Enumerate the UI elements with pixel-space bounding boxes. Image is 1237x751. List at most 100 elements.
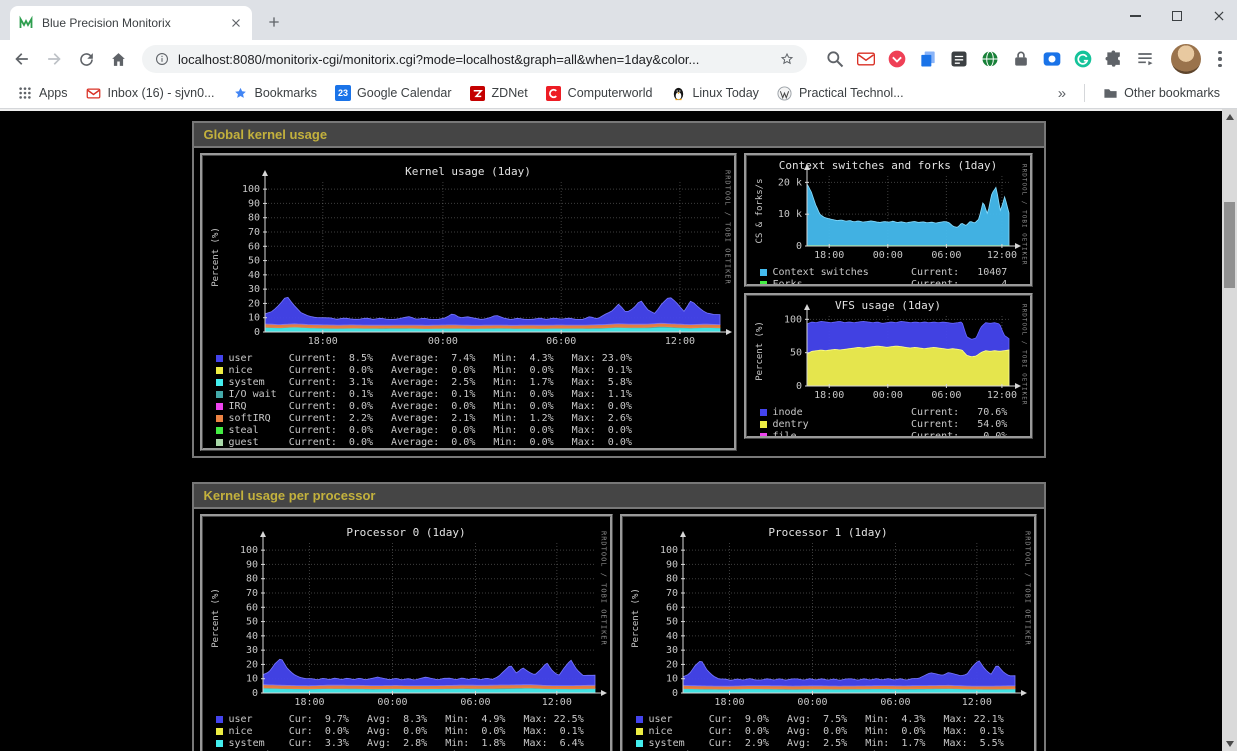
calendar-icon: 23 xyxy=(335,85,351,101)
svg-text:12:00: 12:00 xyxy=(986,250,1016,261)
svg-text:06:00: 06:00 xyxy=(460,697,490,708)
profile-avatar[interactable] xyxy=(1171,44,1201,74)
svg-text:12:00: 12:00 xyxy=(986,390,1016,401)
address-bar[interactable]: localhost:8080/monitorix-cgi/monitorix.c… xyxy=(142,45,807,73)
minimize-button[interactable] xyxy=(1127,8,1143,24)
legend-swatch xyxy=(760,409,767,416)
svg-text:60: 60 xyxy=(665,602,677,613)
bookmark-inbox[interactable]: Inbox (16) - sjvn0... xyxy=(79,81,222,105)
svg-text:0: 0 xyxy=(671,688,677,699)
section-global-kernel-usage: Global kernel usage Kernel usage (1day)P… xyxy=(192,121,1046,458)
svg-text:80: 80 xyxy=(247,213,259,224)
extensions-puzzle-icon[interactable] xyxy=(1104,49,1124,69)
camera-icon[interactable] xyxy=(1042,49,1062,69)
legend-text: system Current: 3.1% Average: 2.5% Min: … xyxy=(229,377,632,388)
svg-text:20: 20 xyxy=(247,298,259,309)
back-button[interactable] xyxy=(8,45,36,73)
legend-swatch xyxy=(216,403,223,410)
svg-text:100: 100 xyxy=(241,184,259,195)
legend-swatch xyxy=(216,379,223,386)
legend-text: inode Current: 70.6% xyxy=(773,407,1008,418)
legend-row: inode Current: 70.6% xyxy=(760,406,1008,418)
legend-text: user Current: 8.5% Average: 7.4% Min: 4.… xyxy=(229,353,632,364)
legend-swatch xyxy=(216,355,223,362)
bookmark-google-calendar[interactable]: 23 Google Calendar xyxy=(328,81,459,105)
bookmark-label: Computerworld xyxy=(568,86,653,100)
browser-tab[interactable]: Blue Precision Monitorix xyxy=(10,6,252,40)
globe-icon[interactable] xyxy=(980,49,1000,69)
svg-text:80: 80 xyxy=(245,574,257,585)
scroll-down-button[interactable] xyxy=(1222,736,1237,751)
reader-icon[interactable] xyxy=(949,49,969,69)
svg-text:60: 60 xyxy=(245,602,257,613)
copy-pages-icon[interactable] xyxy=(918,49,938,69)
legend-row: I/O wait Current: 0.1% Average: 0.1% Min… xyxy=(216,388,632,400)
scroll-up-button[interactable] xyxy=(1222,109,1237,124)
bookmarks-overflow-chevron[interactable]: » xyxy=(1050,85,1074,102)
legend-row: system Cur: 2.9% Avg: 2.5% Min: 1.7% Max… xyxy=(636,737,1004,749)
legend-text: guest Current: 0.0% Average: 0.0% Min: 0… xyxy=(229,437,632,448)
svg-text:10 k: 10 k xyxy=(777,209,801,220)
bookmark-linux-today[interactable]: Linux Today xyxy=(663,81,766,105)
legend-swatch xyxy=(760,281,767,288)
legend-swatch xyxy=(216,427,223,434)
svg-text:00:00: 00:00 xyxy=(872,390,902,401)
svg-text:00:00: 00:00 xyxy=(377,697,407,708)
maximize-button[interactable] xyxy=(1169,8,1185,24)
bookmark-label: Other bookmarks xyxy=(1124,86,1220,100)
forward-button[interactable] xyxy=(40,45,68,73)
legend-row: system Current: 3.1% Average: 2.5% Min: … xyxy=(216,376,632,388)
gmail-icon xyxy=(86,85,102,101)
page-info-icon[interactable] xyxy=(154,51,170,67)
svg-text:00:00: 00:00 xyxy=(427,336,457,347)
home-button[interactable] xyxy=(104,45,132,73)
menu-kebab-icon[interactable] xyxy=(1211,45,1229,73)
bookmark-label: ZDNet xyxy=(492,86,528,100)
bookmark-bookmarks[interactable]: Bookmarks xyxy=(226,81,325,105)
legend-text: system Cur: 2.9% Avg: 2.5% Min: 1.7% Max… xyxy=(649,738,1004,749)
legend-text: dentry Current: 54.0% xyxy=(773,419,1008,430)
legend-swatch xyxy=(636,728,643,735)
other-bookmarks[interactable]: Other bookmarks xyxy=(1095,81,1227,105)
svg-text:40: 40 xyxy=(245,631,257,642)
svg-text:06:00: 06:00 xyxy=(546,336,576,347)
legend-row: nice Current: 0.0% Average: 0.0% Min: 0.… xyxy=(216,364,632,376)
pocket-icon[interactable] xyxy=(887,49,907,69)
scrollbar[interactable] xyxy=(1222,109,1237,751)
bookmark-star-icon[interactable] xyxy=(779,51,795,67)
reload-button[interactable] xyxy=(72,45,100,73)
legend-swatch xyxy=(216,367,223,374)
new-tab-button[interactable] xyxy=(260,8,288,36)
url-text[interactable]: localhost:8080/monitorix-cgi/monitorix.c… xyxy=(178,52,771,67)
lock-icon[interactable] xyxy=(1011,49,1031,69)
svg-text:06:00: 06:00 xyxy=(931,390,961,401)
bookmark-apps[interactable]: Apps xyxy=(10,81,75,105)
svg-text:18:00: 18:00 xyxy=(307,336,337,347)
chart-legend: Context switches Current: 10407Forks Cur… xyxy=(760,266,1008,287)
svg-text:70: 70 xyxy=(245,588,257,599)
grammarly-icon[interactable] xyxy=(1073,49,1093,69)
svg-text:100: 100 xyxy=(239,545,257,556)
queue-icon[interactable] xyxy=(1135,49,1155,69)
svg-text:10: 10 xyxy=(247,313,259,324)
bookmark-zdnet[interactable]: ZDNet xyxy=(463,81,535,105)
legend-row: user Cur: 9.7% Avg: 8.3% Min: 4.9% Max: … xyxy=(216,713,584,725)
legend-row: softIRQ Current: 2.2% Average: 2.1% Min:… xyxy=(216,412,632,424)
legend-text: nice Current: 0.0% Average: 0.0% Min: 0.… xyxy=(229,365,632,376)
section-body: Kernel usage (1day)Percent (%)RRDTOOL / … xyxy=(194,148,1044,456)
tab-close-icon[interactable] xyxy=(228,15,244,31)
svg-text:40: 40 xyxy=(665,631,677,642)
bookmark-label: Practical Technol... xyxy=(799,86,904,100)
scrollbar-thumb[interactable] xyxy=(1224,202,1235,288)
search-icon[interactable] xyxy=(825,49,845,69)
svg-text:00:00: 00:00 xyxy=(797,697,827,708)
legend-row: guest Current: 0.0% Average: 0.0% Min: 0… xyxy=(216,436,632,448)
bookmark-computerworld[interactable]: Computerworld xyxy=(539,81,660,105)
bookmark-practical-technology[interactable]: Practical Technol... xyxy=(770,81,911,105)
bookmark-label: Bookmarks xyxy=(255,86,318,100)
chart-legend: user Current: 8.5% Average: 7.4% Min: 4.… xyxy=(216,352,632,448)
gmail-icon[interactable] xyxy=(856,49,876,69)
svg-text:100: 100 xyxy=(659,545,677,556)
bookmark-label: Google Calendar xyxy=(357,86,452,100)
close-button[interactable] xyxy=(1211,8,1227,24)
